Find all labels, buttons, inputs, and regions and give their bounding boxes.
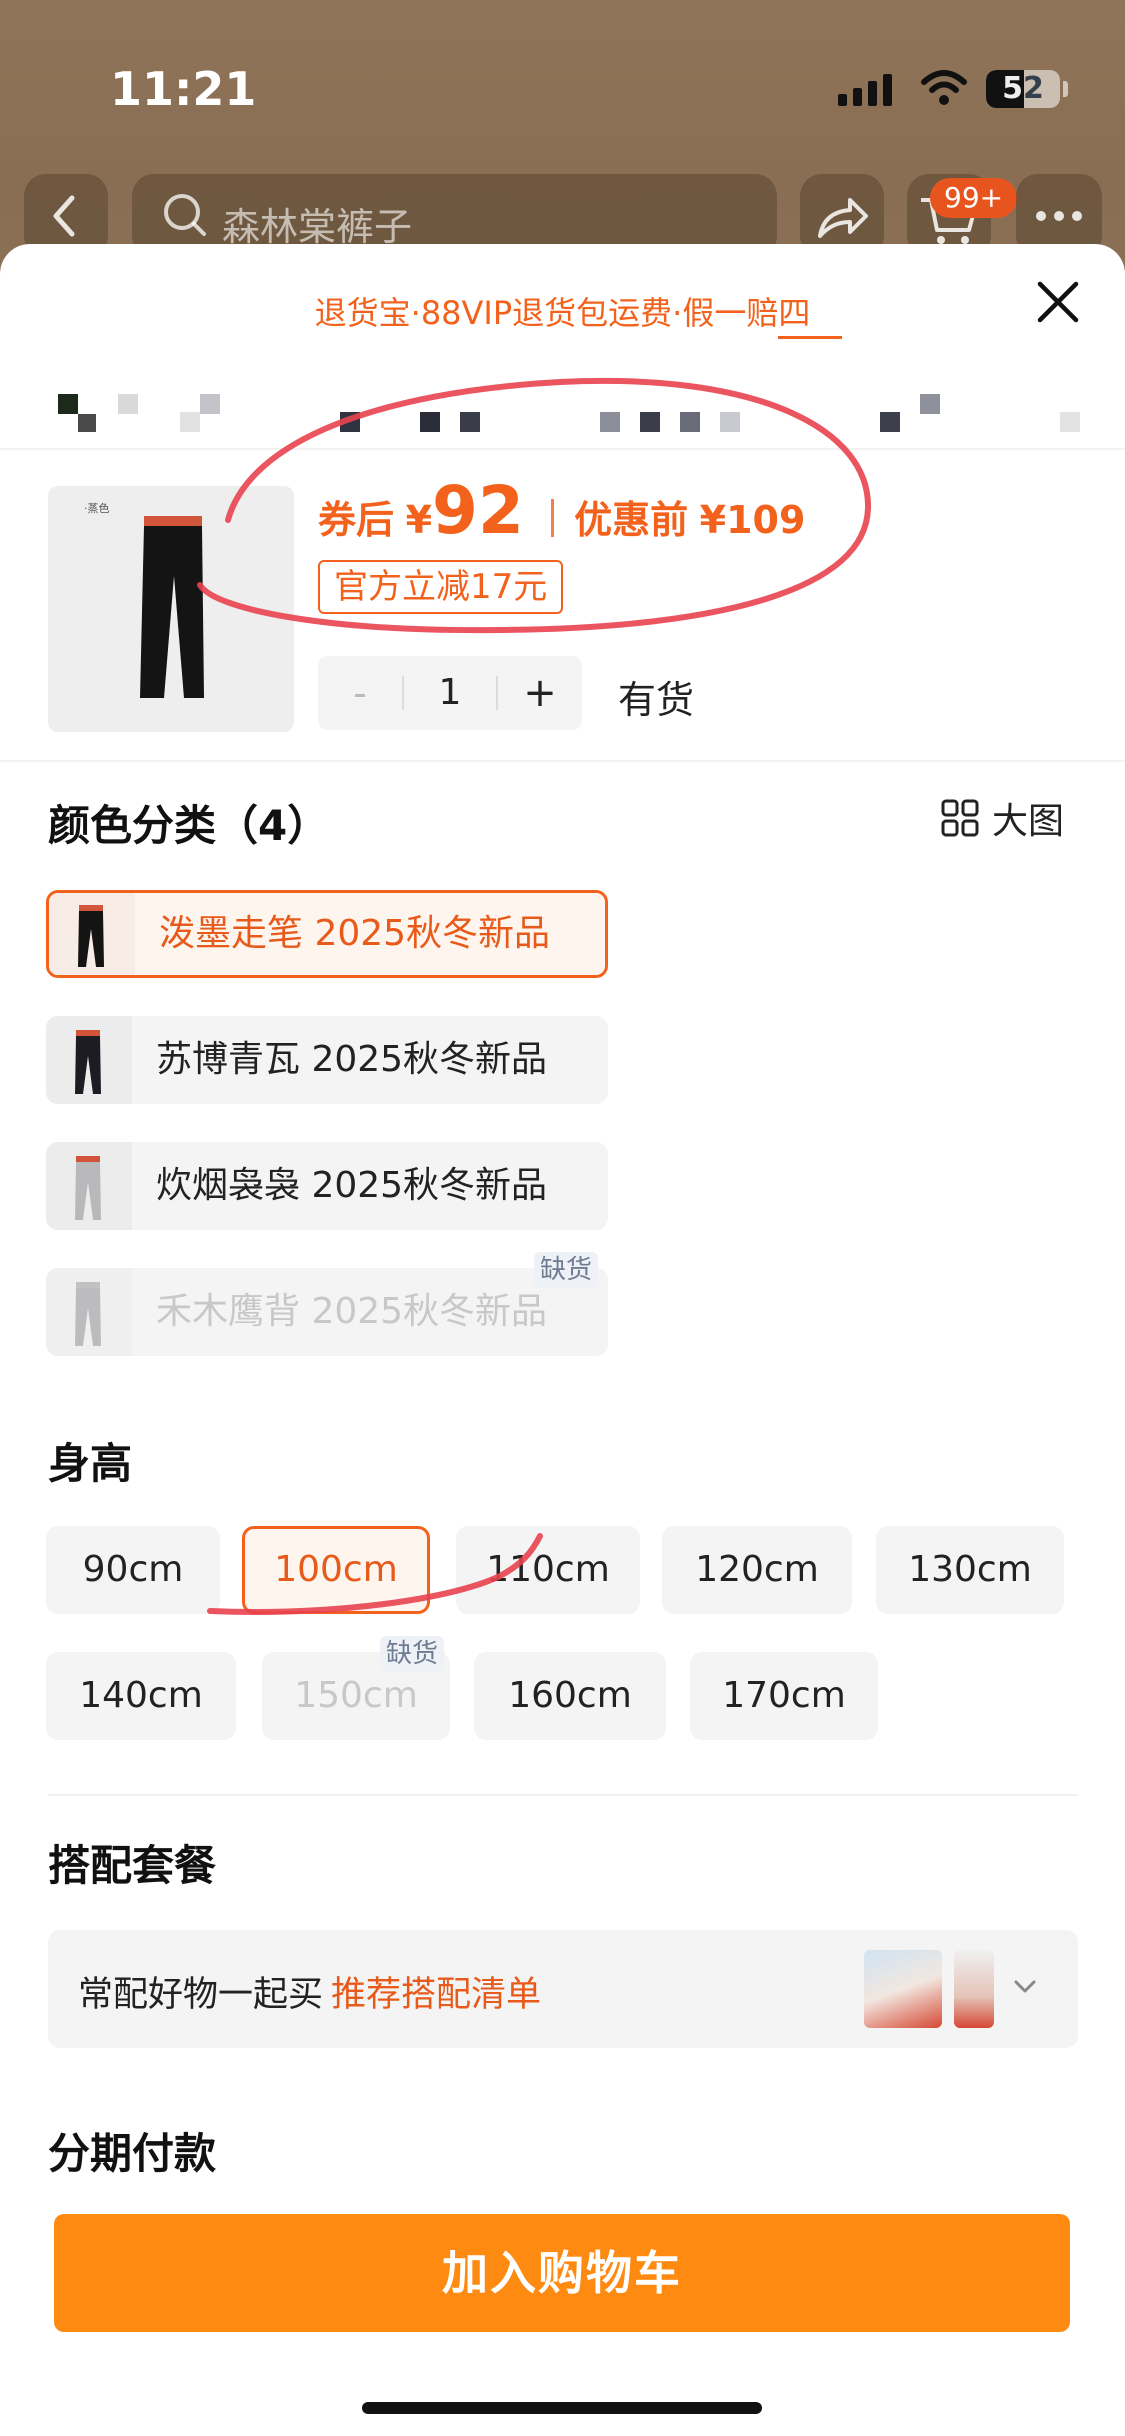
color-option[interactable]: 禾木鹰背 2025秋冬新品: [46, 1268, 608, 1356]
mosaic-placeholder: [0, 372, 1125, 432]
bundle-text: 常配好物一起买 推荐搭配清单: [78, 1966, 541, 2017]
price-prefix: 券后: [318, 498, 395, 542]
battery-cap: [1063, 81, 1068, 97]
sku-selection-sheet: 退货宝·88VIP退货包运费·假一赔四 ·蒸色 券后 ¥92 优惠前 ¥109 …: [0, 244, 1125, 2436]
cart-count-badge: 99+: [930, 178, 1018, 218]
discount-tag: 官方立减17元: [318, 560, 564, 614]
color-thumbnail: [46, 1016, 132, 1104]
quantity-stepper: - 1 +: [318, 656, 582, 730]
size-option[interactable]: 160cm: [474, 1652, 666, 1740]
size-option[interactable]: 110cm: [456, 1526, 640, 1614]
color-section-title: 颜色分类（4）: [48, 801, 330, 850]
size-option[interactable]: 170cm: [690, 1652, 878, 1740]
color-thumbnail: [46, 1268, 132, 1356]
bundle-caption: 常配好物一起买: [78, 1975, 324, 2015]
price-separator: [551, 499, 555, 537]
wifi-icon: [921, 70, 967, 105]
chevron-down-icon[interactable]: [1010, 1972, 1040, 2002]
big-view-button[interactable]: 大图: [940, 792, 1064, 844]
battery-icon: 52: [986, 70, 1060, 108]
bundle-product-image: [954, 1950, 994, 2028]
decrease-button[interactable]: -: [318, 656, 402, 730]
color-option[interactable]: 泼墨走笔 2025秋冬新品: [46, 890, 608, 978]
size-option[interactable]: 120cm: [662, 1526, 852, 1614]
big-view-label: 大图: [992, 801, 1065, 842]
size-option[interactable]: 100cm: [242, 1526, 430, 1614]
quantity-value[interactable]: 1: [404, 656, 496, 730]
search-query-text: 森林棠裤子: [222, 205, 413, 249]
grid-icon: [941, 799, 979, 837]
color-option-label: 苏博青瓦 2025秋冬新品: [156, 1039, 548, 1080]
thumbnail-tag: ·蒸色: [84, 502, 110, 515]
increase-button[interactable]: +: [498, 656, 582, 730]
size-option[interactable]: 130cm: [876, 1526, 1064, 1614]
home-indicator[interactable]: [362, 2402, 762, 2414]
original-price-label: 优惠前: [574, 498, 689, 542]
price-line: 券后 ¥92 优惠前 ¥109: [318, 472, 805, 549]
divider: [0, 448, 1125, 450]
add-to-cart-button[interactable]: 加入购物车: [54, 2214, 1070, 2332]
divider: [48, 1794, 1078, 1796]
color-option-label: 炊烟袅袅 2025秋冬新品: [156, 1165, 548, 1206]
original-price: ¥109: [699, 498, 806, 542]
price-value: 92: [432, 472, 524, 549]
pants-image: [140, 516, 204, 698]
bundle-link[interactable]: 推荐搭配清单: [331, 1975, 541, 2015]
color-option[interactable]: 炊烟袅袅 2025秋冬新品: [46, 1142, 608, 1230]
color-option-label: 禾木鹰背 2025秋冬新品: [156, 1291, 548, 1332]
color-option[interactable]: 苏博青瓦 2025秋冬新品: [46, 1016, 608, 1104]
color-thumbnail: [46, 1142, 132, 1230]
size-option[interactable]: 140cm: [46, 1652, 236, 1740]
out-of-stock-badge: 缺货: [380, 1636, 445, 1672]
promo-banner: 退货宝·88VIP退货包运费·假一赔四: [314, 294, 811, 332]
battery-level: 52: [1002, 71, 1044, 106]
close-icon[interactable]: [1036, 280, 1080, 324]
divider: [0, 760, 1125, 762]
color-option-label: 泼墨走笔 2025秋冬新品: [159, 913, 551, 954]
signal-icon: [838, 72, 892, 106]
color-thumbnail: [49, 893, 135, 975]
installment-section-title: 分期付款: [48, 2129, 217, 2178]
stock-status: 有货: [618, 678, 695, 722]
size-option[interactable]: 90cm: [46, 1526, 220, 1614]
height-section-title: 身高: [48, 1439, 133, 1488]
promo-underline: [778, 336, 842, 339]
out-of-stock-badge: 缺货: [534, 1252, 599, 1288]
product-thumbnail[interactable]: ·蒸色: [48, 486, 294, 732]
status-time: 11:21: [110, 62, 257, 116]
price-symbol: ¥: [405, 498, 433, 542]
bundle-section-title: 搭配套餐: [48, 1841, 217, 1890]
bundle-product-image: [864, 1950, 942, 2028]
